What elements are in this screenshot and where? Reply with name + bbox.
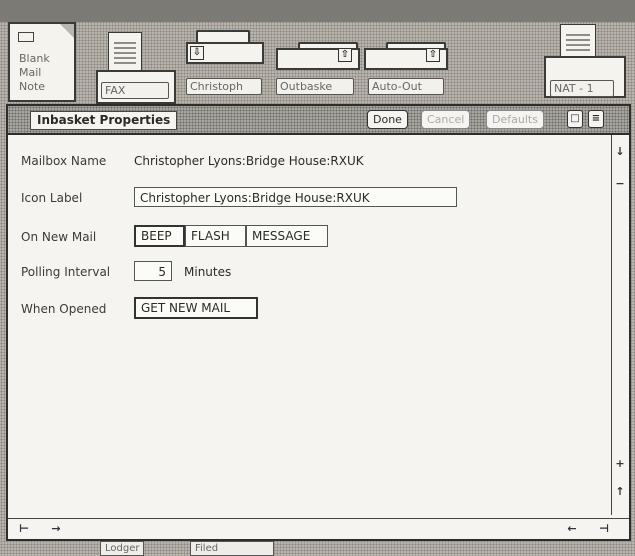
scroll-left-end-icon[interactable]: ⊢ [16, 522, 32, 535]
blank-mail-note-label-line2: Mail [19, 66, 42, 79]
window-square-icon[interactable]: □ [567, 110, 583, 128]
flash-option[interactable]: FLASH [185, 225, 246, 247]
page-fold-icon [60, 24, 74, 38]
message-option[interactable]: MESSAGE [246, 225, 328, 247]
mailbox-name-value: Christopher Lyons:Bridge House:RXUK [134, 154, 364, 168]
fax-icon[interactable]: FAX [96, 30, 178, 104]
polling-interval-input[interactable]: 5 [134, 261, 172, 281]
nat-text-lines [561, 25, 595, 60]
scroll-right-end-icon[interactable]: ⊣ [596, 522, 612, 535]
christoph-label: Christoph [186, 78, 262, 95]
download-arrow-icon: ⇩ [190, 46, 204, 60]
nat-1-icon[interactable]: NAT - 1 [544, 24, 628, 102]
upload-arrow-icon: ⇧ [426, 48, 440, 62]
auto-out-icon[interactable]: ⇧ Auto-Out [364, 30, 448, 102]
polling-interval-label: Polling Interval [21, 265, 111, 279]
mailbox-name-label: Mailbox Name [21, 154, 107, 168]
blank-mail-note-label-line3: Note [19, 80, 46, 93]
inbasket-properties-window: Inbasket Properties Done Cancel Defaults… [6, 104, 631, 541]
icon-label-label: Icon Label [21, 191, 83, 205]
blank-mail-note-icon[interactable]: Blank Mail Note [8, 22, 78, 102]
scroll-down-arrow-icon[interactable]: ↓ [614, 145, 626, 159]
horizontal-scrollbar[interactable]: ⊢ → ← ⊣ [8, 518, 629, 539]
scroll-left-arrow-icon[interactable]: ← [564, 522, 580, 535]
scroll-right-arrow-icon[interactable]: → [48, 522, 64, 535]
window-menu-icon[interactable]: ≡ [588, 110, 604, 128]
upload-arrow-icon: ⇧ [338, 48, 352, 62]
envelope-icon [18, 32, 34, 42]
nat-1-label: NAT - 1 [550, 80, 614, 97]
get-new-mail-option[interactable]: GET NEW MAIL [134, 297, 258, 319]
scroll-plus-icon[interactable]: + [614, 457, 626, 471]
scroll-up-arrow-icon[interactable]: ↑ [614, 485, 626, 499]
outbasket-icon[interactable]: ⇧ Outbaske [276, 30, 360, 102]
window-title: Inbasket Properties [30, 111, 178, 130]
vertical-scrollbar[interactable]: ↓ − + ↑ [611, 135, 629, 515]
fax-text-lines [109, 33, 141, 73]
window-title-bar[interactable]: Inbasket Properties Done Cancel Defaults… [8, 106, 629, 135]
cancel-button[interactable]: Cancel [421, 110, 471, 129]
beep-option[interactable]: BEEP [134, 225, 185, 247]
outbasket-label: Outbaske [276, 78, 354, 95]
when-opened-label: When Opened [21, 302, 107, 316]
auto-out-label: Auto-Out [368, 78, 444, 95]
fax-label: FAX [101, 82, 169, 99]
icon-label-input[interactable]: Christopher Lyons:Bridge House:RXUK [134, 187, 457, 207]
desktop-top-strip [0, 0, 635, 22]
polling-interval-unit: Minutes [184, 265, 232, 279]
blank-mail-note-label-line1: Blank [19, 52, 50, 65]
properties-content: Mailbox Name Christopher Lyons:Bridge Ho… [8, 135, 611, 515]
on-new-mail-label: On New Mail [21, 230, 97, 244]
christoph-inbasket-icon[interactable]: ⇩ Christoph [186, 30, 266, 102]
done-button[interactable]: Done [367, 110, 408, 129]
scroll-minus-icon[interactable]: − [614, 177, 626, 191]
defaults-button[interactable]: Defaults [486, 110, 544, 129]
